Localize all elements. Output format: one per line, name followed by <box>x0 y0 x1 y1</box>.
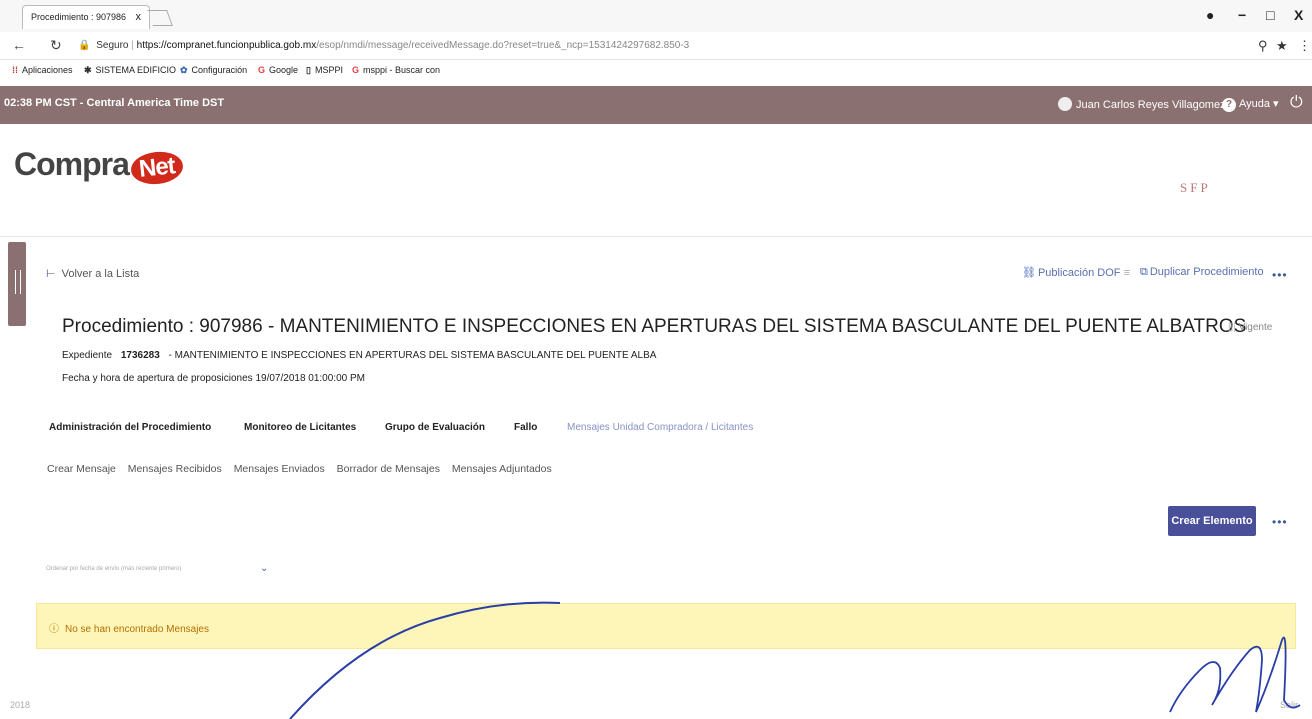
gear-icon: ✿ <box>180 65 188 75</box>
url-host: https://compranet.funcionpublica.gob.mx <box>136 40 317 51</box>
subnav-mensajes-enviados[interactable]: Mensajes Enviados <box>234 463 325 475</box>
new-tab-button[interactable] <box>147 10 173 26</box>
more-actions-icon[interactable]: ••• <box>1272 268 1288 282</box>
compranet-logo: Compra Net <box>14 146 185 187</box>
expediente-number: 1736283 <box>120 350 160 361</box>
subnav-mensajes-recibidos[interactable]: Mensajes Recibidos <box>128 463 222 475</box>
tab-fallo[interactable]: Fallo <box>514 422 537 433</box>
browser-tabstrip: Procedimiento : 907986 x ● − □ X <box>0 0 1312 32</box>
bookmark-icon: ✱ <box>84 65 92 75</box>
subnav-crear-mensaje[interactable]: Crear Mensaje <box>47 463 116 475</box>
profile-icon[interactable]: ● <box>1206 7 1214 23</box>
chevron-down-icon: ⌄ <box>260 563 269 574</box>
crear-elemento-button[interactable]: Crear Elemento <box>1168 506 1256 536</box>
sfp-logo: SFP <box>1180 180 1211 195</box>
bookmark-msppi[interactable]: ▯ MSPPI <box>306 65 343 76</box>
subnav-adjuntados[interactable]: Mensajes Adjuntados <box>452 463 552 475</box>
page-title: Procedimiento : 907986 - MANTENIMIENTO E… <box>62 316 1247 337</box>
app-topbar: 02:38 PM CST - Central America Time DST … <box>0 86 1312 124</box>
back-to-list-link[interactable]: ⊢ Volver a la Lista <box>46 267 139 280</box>
time-display: 02:38 PM CST - Central America Time DST <box>4 97 225 109</box>
back-arrow-icon[interactable]: ← <box>12 37 26 53</box>
page-icon: ▯ <box>306 65 311 75</box>
sort-filter-dropdown[interactable]: Ordenar por fecha de envío (más reciente… <box>46 563 268 574</box>
info-icon: ⓘ <box>49 624 59 635</box>
help-icon: ? <box>1222 98 1236 112</box>
reload-icon[interactable]: ↻ <box>50 37 62 54</box>
messages-subnav: Crear Mensaje Mensajes Recibidos Mensaje… <box>47 463 561 475</box>
menu-dots-icon[interactable]: ⋮ <box>1298 38 1311 54</box>
avatar <box>1058 97 1072 111</box>
minimize-icon[interactable]: − <box>1238 7 1246 23</box>
back-arrow-icon: ⊢ <box>46 268 56 280</box>
star-icon[interactable]: ★ <box>1276 38 1288 54</box>
url-path: /esop/nmdi/message/receivedMessage.do?re… <box>316 40 690 51</box>
bookmark-apps[interactable]: ⁞⁞ Aplicaciones <box>12 65 73 75</box>
footer-year: 2018 <box>10 700 31 710</box>
maximize-icon[interactable]: □ <box>1266 7 1274 23</box>
tab-administracion[interactable]: Administración del Procedimiento <box>49 422 211 433</box>
close-icon[interactable]: x <box>136 11 142 23</box>
bookmarks-bar: ⁞⁞ Aplicaciones ✱ SISTEMA EDIFICIO ✿ Config… <box>0 60 1312 82</box>
google-icon: G <box>352 65 360 75</box>
browser-tab-title: Procedimiento : 907986 <box>31 12 127 22</box>
apps-grid-icon: ⁞⁞ <box>12 65 18 75</box>
duplicar-procedimiento-link[interactable]: ⧉ Duplicar Procedimiento <box>1140 266 1264 279</box>
duplicate-icon: ⧉ <box>1140 266 1148 278</box>
user-menu[interactable]: Juan Carlos Reyes Villagomez <box>1058 97 1226 111</box>
tab-monitoreo[interactable]: Monitoreo de Licitantes <box>244 422 356 433</box>
divider <box>0 236 1312 237</box>
subnav-borrador[interactable]: Borrador de Mensajes <box>337 463 440 475</box>
google-icon: G <box>258 65 266 75</box>
bookmark-sistema-edificio[interactable]: ✱ SISTEMA EDIFICIO <box>84 65 176 76</box>
browser-tab[interactable]: Procedimiento : 907986 x <box>22 5 150 29</box>
no-messages-alert: ⓘ No se han encontrado Mensajes <box>36 603 1296 649</box>
help-menu[interactable]: ? Ayuda ▾ <box>1222 97 1279 112</box>
expediente-line: Expediente 1736283 - MANTENIMIENTO E INS… <box>62 350 657 361</box>
side-panel-handle[interactable] <box>8 242 26 326</box>
window-close-icon[interactable]: X <box>1294 7 1303 23</box>
fecha-apertura: Fecha y hora de apertura de proposicione… <box>62 373 365 384</box>
bookmark-google[interactable]: G Google <box>258 65 298 75</box>
status-badge: ||| Vigente <box>1228 322 1273 333</box>
power-icon[interactable]: ⏻ <box>1290 94 1303 112</box>
bookmark-msppi-buscar[interactable]: Gmsppi - Buscar con <box>352 65 440 75</box>
bookmark-configuracion[interactable]: ✿ Configuración <box>180 65 247 76</box>
lock-icon: 🔒 <box>78 40 91 51</box>
footer-link[interactable]: Salir <box>1280 700 1298 710</box>
publicacion-dof-link[interactable]: ⛓ Publicación DOF ≡ <box>1022 266 1130 279</box>
zoom-icon[interactable]: ⚲ <box>1258 38 1268 54</box>
address-bar: ← ↻ 🔒 Seguro | https://compranet.funcion… <box>0 32 1312 60</box>
secure-label: Seguro <box>96 40 129 51</box>
link-icon: ⛓ <box>1022 267 1036 279</box>
tab-grupo-evaluacion[interactable]: Grupo de Evaluación <box>385 422 485 433</box>
user-name: Juan Carlos Reyes Villagomez <box>1076 99 1226 111</box>
tab-mensajes[interactable]: Mensajes Unidad Compradora / Licitantes <box>567 422 753 433</box>
more-options-icon[interactable]: ••• <box>1272 515 1288 529</box>
url-field[interactable]: 🔒 Seguro | https://compranet.funcionpubl… <box>78 40 689 51</box>
alert-text: No se han encontrado Mensajes <box>65 624 209 635</box>
